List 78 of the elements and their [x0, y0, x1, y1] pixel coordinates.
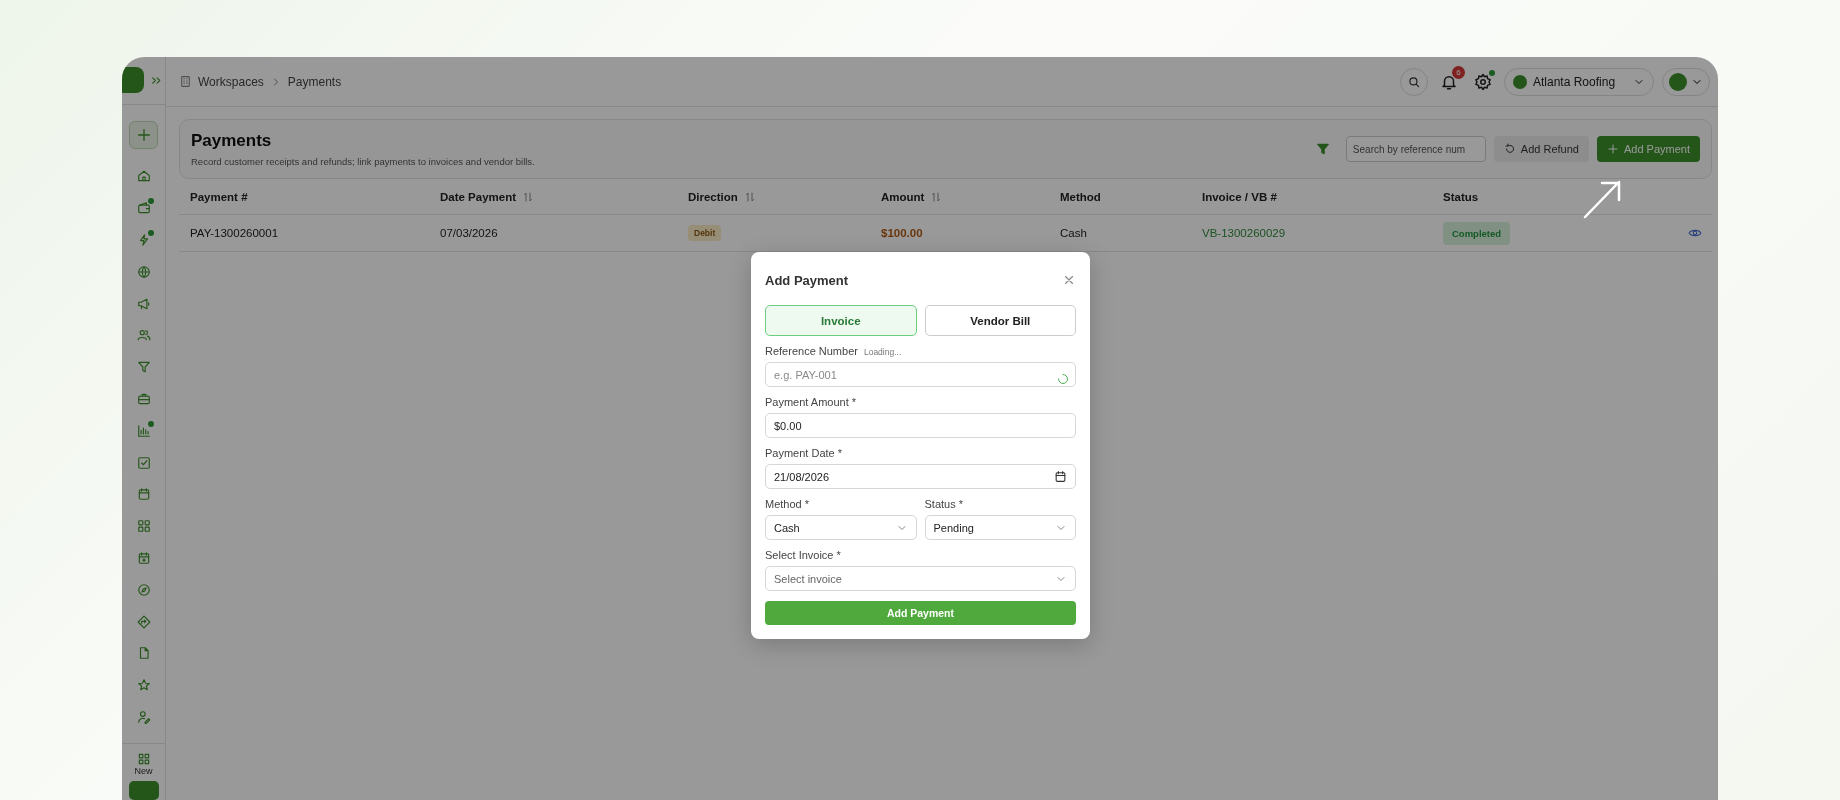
home-icon [136, 169, 151, 184]
workspace-select[interactable]: Atlanta Roofing [1504, 67, 1654, 96]
search-button[interactable] [1400, 67, 1428, 96]
page-subtitle: Record customer receipts and refunds; link payments to invoices and vendor bills. [191, 156, 535, 167]
column-header: Invoice / VB # [1202, 190, 1277, 203]
field-label: Payment Date * [765, 447, 843, 459]
search-field[interactable]: Search by reference num [1345, 136, 1486, 162]
wallet-icon [136, 201, 151, 216]
type-tab[interactable]: Invoice [765, 305, 917, 336]
new-button[interactable]: New [122, 742, 165, 776]
calendar-icon[interactable] [1054, 470, 1067, 483]
text-field[interactable]: e.g. PAY-001 [765, 362, 1076, 387]
diamond-arrow-icon [136, 614, 151, 629]
status-tag: Completed [1443, 221, 1511, 245]
amount-cell: $100.00 [881, 227, 923, 239]
column-header[interactable]: Date Payment [440, 190, 517, 203]
plus-icon [135, 126, 152, 143]
notifications-button[interactable]: 6 [1436, 67, 1462, 96]
compass-icon [136, 582, 151, 597]
text-field[interactable]: $0.00 [765, 413, 1076, 438]
column-header[interactable]: Amount [881, 190, 925, 203]
settings-icon [1474, 72, 1492, 91]
type-tab[interactable]: Vendor Bill [924, 305, 1076, 336]
building-icon [179, 75, 192, 88]
pointer-arrow-icon [1582, 178, 1622, 220]
notification-count: 6 [1452, 65, 1465, 79]
search-icon [1407, 74, 1421, 89]
dropdown[interactable]: Select invoice [765, 566, 1076, 591]
filter-icon[interactable] [1315, 142, 1330, 156]
loading-text: Loading... [863, 347, 902, 357]
column-header[interactable]: Direction [688, 190, 738, 203]
add-refund-button[interactable]: Add Refund [1493, 136, 1589, 162]
user-edit-icon [136, 710, 151, 724]
close-icon[interactable] [1062, 273, 1076, 287]
table-cell: Cash [1060, 227, 1087, 239]
column-header: Method [1060, 190, 1101, 203]
sort-icon[interactable] [930, 190, 943, 203]
dialog-title: Add Payment [765, 272, 849, 288]
direction-tag: Debit [688, 225, 722, 241]
sidebar-action-button[interactable] [128, 780, 159, 800]
column-header: Status [1443, 190, 1479, 203]
new-label: New [134, 765, 153, 776]
sort-icon[interactable] [743, 190, 756, 203]
sort-icon[interactable] [522, 190, 535, 203]
dropdown[interactable]: Cash [765, 515, 917, 540]
table-cell: 07/03/2026 [440, 227, 498, 239]
table-cell: PAY-1300260001 [190, 227, 279, 239]
dropdown[interactable]: Pending [924, 515, 1076, 540]
date-field[interactable]: 21/08/2026 [765, 464, 1076, 489]
account-menu-button[interactable] [1662, 67, 1710, 96]
create-button[interactable] [129, 120, 158, 149]
calendar-icon [136, 487, 151, 502]
funnel-icon [136, 360, 151, 375]
globe-icon [136, 264, 151, 279]
bar-chart-icon [136, 423, 151, 438]
breadcrumb-link[interactable]: Workspaces [198, 74, 264, 89]
refresh-icon [1503, 143, 1516, 155]
breadcrumb-link[interactable]: Payments [287, 74, 342, 89]
column-header: Payment # [190, 190, 248, 203]
field-label: Select Invoice * [765, 549, 841, 561]
grid-icon [136, 519, 151, 534]
star-icon [136, 678, 151, 693]
page-title: Payments [191, 131, 273, 151]
field-label: Status * [924, 498, 964, 510]
plus-icon [1606, 143, 1619, 155]
avatar-icon [1669, 72, 1687, 91]
checkbox-icon [136, 455, 151, 470]
megaphone-icon [136, 296, 151, 311]
logo-icon[interactable] [122, 67, 144, 94]
field-label: Reference Number [765, 345, 858, 357]
field-label: Payment Amount * [765, 396, 857, 408]
calendar-plus-icon [136, 551, 151, 565]
users-icon [136, 328, 151, 343]
invoice-link[interactable]: VB-1300260029 [1202, 227, 1286, 239]
briefcase-icon [136, 392, 151, 407]
field-label: Method * [765, 498, 810, 510]
apps-icon [136, 751, 151, 766]
workspace-logo-icon [1513, 74, 1527, 89]
